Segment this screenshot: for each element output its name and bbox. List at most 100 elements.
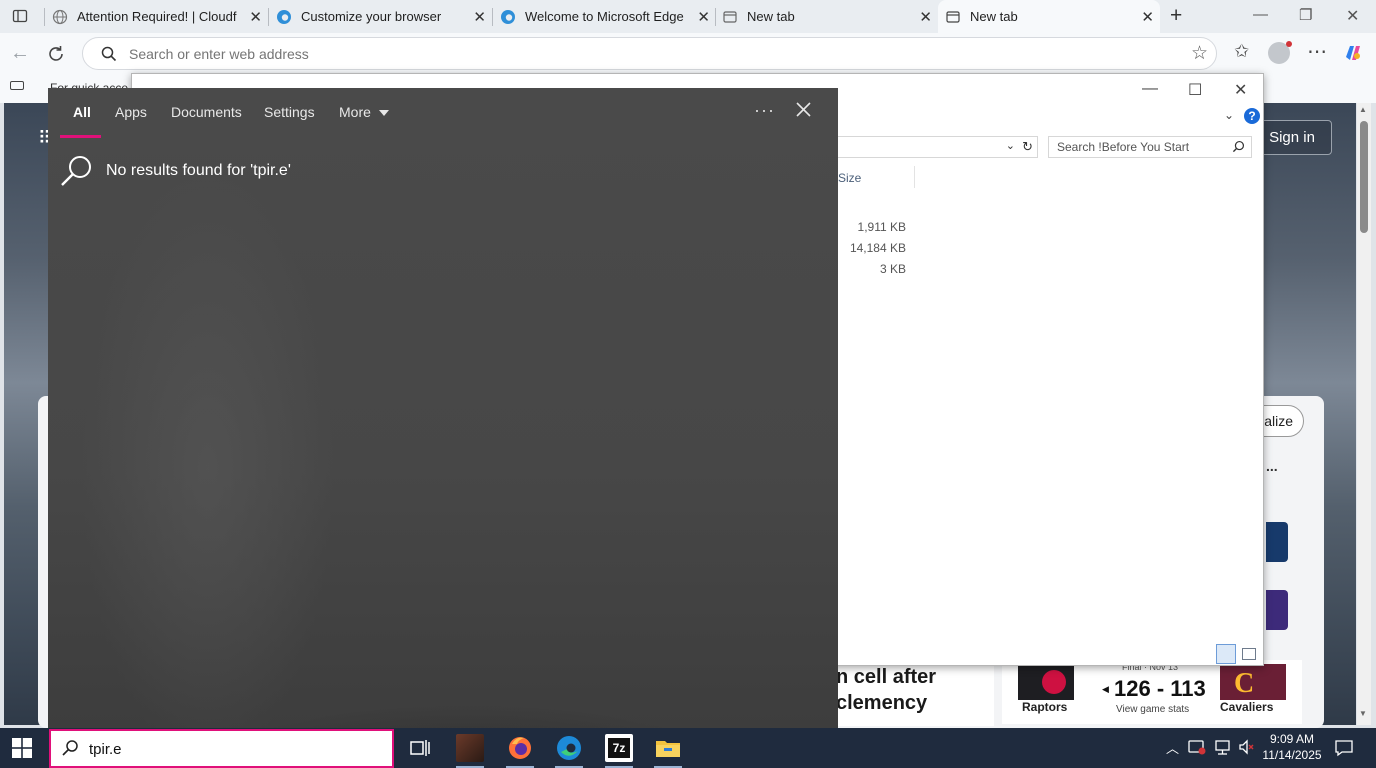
tab-close-icon[interactable]: ✕ (249, 8, 262, 26)
clock-time: 9:09 AM (1269, 732, 1315, 746)
address-input[interactable] (129, 44, 1129, 64)
no-results-message: No results found for 'tpir.e' (60, 154, 291, 188)
search-icon (101, 46, 117, 62)
raptors-claw-icon (1042, 670, 1066, 694)
winner-arrow-icon: ◀ (1102, 684, 1109, 694)
search-tab-apps[interactable]: Apps (115, 104, 147, 120)
show-hidden-icons-icon[interactable]: ︿ (1166, 738, 1179, 757)
scroll-down-icon[interactable]: ▼ (1359, 709, 1367, 718)
tab-separator (44, 8, 45, 26)
tab-new-tab[interactable]: New tab ✕ (722, 0, 938, 33)
search-tab-all[interactable]: All (73, 104, 91, 120)
explorer-search-placeholder: Search !Before You Start (1057, 140, 1190, 154)
back-icon[interactable]: ← (10, 42, 30, 65)
edge-taskbar-icon[interactable] (555, 734, 583, 768)
tab-label: New tab (747, 9, 795, 24)
browser-toolbar: ← ☆ ✩ ⋯ (0, 33, 1376, 75)
tab-label: Customize your browser (301, 9, 442, 24)
file-size: 3 KB (879, 262, 906, 276)
7zip-icon[interactable]: 7z (605, 734, 633, 768)
refresh-icon[interactable] (46, 44, 66, 64)
profile-status-dot (1286, 41, 1292, 47)
news-thumbnail[interactable] (1266, 522, 1288, 562)
tab-separator (715, 8, 716, 26)
taskbar-search-box[interactable] (49, 729, 394, 768)
close-window-icon[interactable]: ✕ (1346, 6, 1359, 26)
new-tab-button[interactable]: + (1170, 4, 1182, 28)
help-icon[interactable]: ? (1244, 108, 1260, 124)
favorites-icon[interactable]: ✩ (1234, 41, 1249, 62)
network-icon[interactable] (1214, 738, 1232, 756)
tab-customize-browser[interactable]: Customize your browser ✕ (276, 0, 492, 33)
search-options-button[interactable]: ··· (754, 100, 775, 121)
security-alert-icon[interactable] (1188, 738, 1206, 756)
no-results-text: No results found for 'tpir.e' (106, 162, 291, 179)
column-divider[interactable] (914, 166, 915, 188)
large-icons-view-icon[interactable] (1242, 648, 1256, 660)
feed-more-options[interactable]: ... (1266, 458, 1278, 474)
restore-icon[interactable]: ❐ (1299, 6, 1312, 24)
address-dropdown-icon[interactable]: ⌄ (1006, 139, 1015, 152)
tab-welcome-edge[interactable]: Welcome to Microsoft Edge ✕ (500, 0, 716, 33)
scroll-up-icon[interactable]: ▲ (1359, 105, 1367, 114)
tab-close-icon[interactable]: ✕ (697, 8, 710, 26)
tab-label: Welcome to Microsoft Edge (525, 9, 684, 24)
page-scrollbar[interactable]: ▲ ▼ (1357, 103, 1371, 725)
file-size: 1,911 KB (857, 220, 906, 234)
active-tab-indicator (60, 135, 101, 138)
explorer-minimize-icon[interactable]: — (1142, 80, 1158, 98)
cavaliers-c-icon: C (1234, 668, 1255, 699)
tab-actions-icon[interactable] (12, 8, 28, 24)
address-bar[interactable]: ☆ (82, 37, 1217, 70)
explorer-close-icon[interactable]: ✕ (1234, 80, 1247, 100)
explorer-refresh-icon[interactable]: ↻ (1022, 139, 1033, 155)
firefox-icon[interactable] (506, 734, 534, 768)
home-team-name: Raptors (1022, 700, 1068, 714)
explorer-search-box[interactable]: Search !Before You Start (1048, 136, 1252, 158)
tab-close-icon[interactable]: ✕ (1141, 8, 1154, 26)
game-stats-link[interactable]: View game stats (1116, 704, 1189, 715)
page-icon (723, 10, 737, 23)
search-icon (61, 156, 91, 186)
windows-search-panel: All Apps Documents Settings More ··· No … (48, 88, 838, 728)
close-icon[interactable] (796, 102, 811, 117)
news-thumbnail[interactable] (1266, 590, 1288, 630)
tab-close-icon[interactable]: ✕ (473, 8, 486, 26)
raptors-logo (1018, 664, 1074, 700)
task-view-icon[interactable] (406, 734, 434, 762)
browser-tab-bar: Attention Required! | Cloudflare ✕ Custo… (0, 0, 1376, 33)
news-headline[interactable]: n cell after clemency (836, 662, 994, 726)
chevron-down-icon (378, 110, 389, 117)
search-tab-documents[interactable]: Documents (171, 104, 242, 120)
away-team-name: Cavaliers (1220, 700, 1274, 714)
settings-more-icon[interactable]: ⋯ (1307, 39, 1328, 64)
notification-center-icon[interactable] (1334, 738, 1354, 758)
copilot-icon[interactable] (1342, 42, 1364, 64)
scrollbar-thumb[interactable] (1360, 121, 1368, 233)
search-icon (1232, 140, 1245, 153)
tab-close-icon[interactable]: ✕ (919, 8, 932, 26)
search-tab-settings[interactable]: Settings (264, 104, 315, 120)
sign-in-button[interactable]: Sign in (1252, 120, 1332, 155)
edge-logo-icon (557, 736, 581, 760)
tab-cloudflare[interactable]: Attention Required! | Cloudflare ✕ (52, 0, 268, 33)
favorite-star-icon[interactable]: ☆ (1191, 42, 1208, 65)
taskbar-search-input[interactable] (89, 739, 379, 759)
minimize-icon[interactable]: — (1253, 6, 1268, 23)
explorer-maximize-icon[interactable]: ☐ (1188, 80, 1202, 100)
ribbon-expand-icon[interactable]: ⌄ (1224, 108, 1234, 122)
page-icon (946, 10, 960, 23)
score-card[interactable]: Final · Nov 13 ◀ 126 - 113 View game sta… (1002, 660, 1302, 724)
edge-logo-icon (501, 9, 515, 24)
tab-label: Attention Required! | Cloudflare (77, 9, 237, 24)
size-column-header[interactable]: Size (838, 171, 861, 185)
windows-start-icon[interactable] (12, 738, 32, 758)
tab-new-tab-active[interactable]: New tab ✕ (938, 0, 1160, 33)
search-tab-more[interactable]: More (339, 104, 389, 120)
media-app-icon[interactable] (456, 734, 484, 768)
search-icon (62, 740, 78, 756)
file-explorer-taskbar-icon[interactable] (654, 734, 682, 768)
system-clock[interactable]: 9:09 AM 11/14/2025 (1252, 731, 1332, 763)
details-view-icon[interactable] (1216, 644, 1236, 664)
keyboard-icon (10, 81, 24, 90)
